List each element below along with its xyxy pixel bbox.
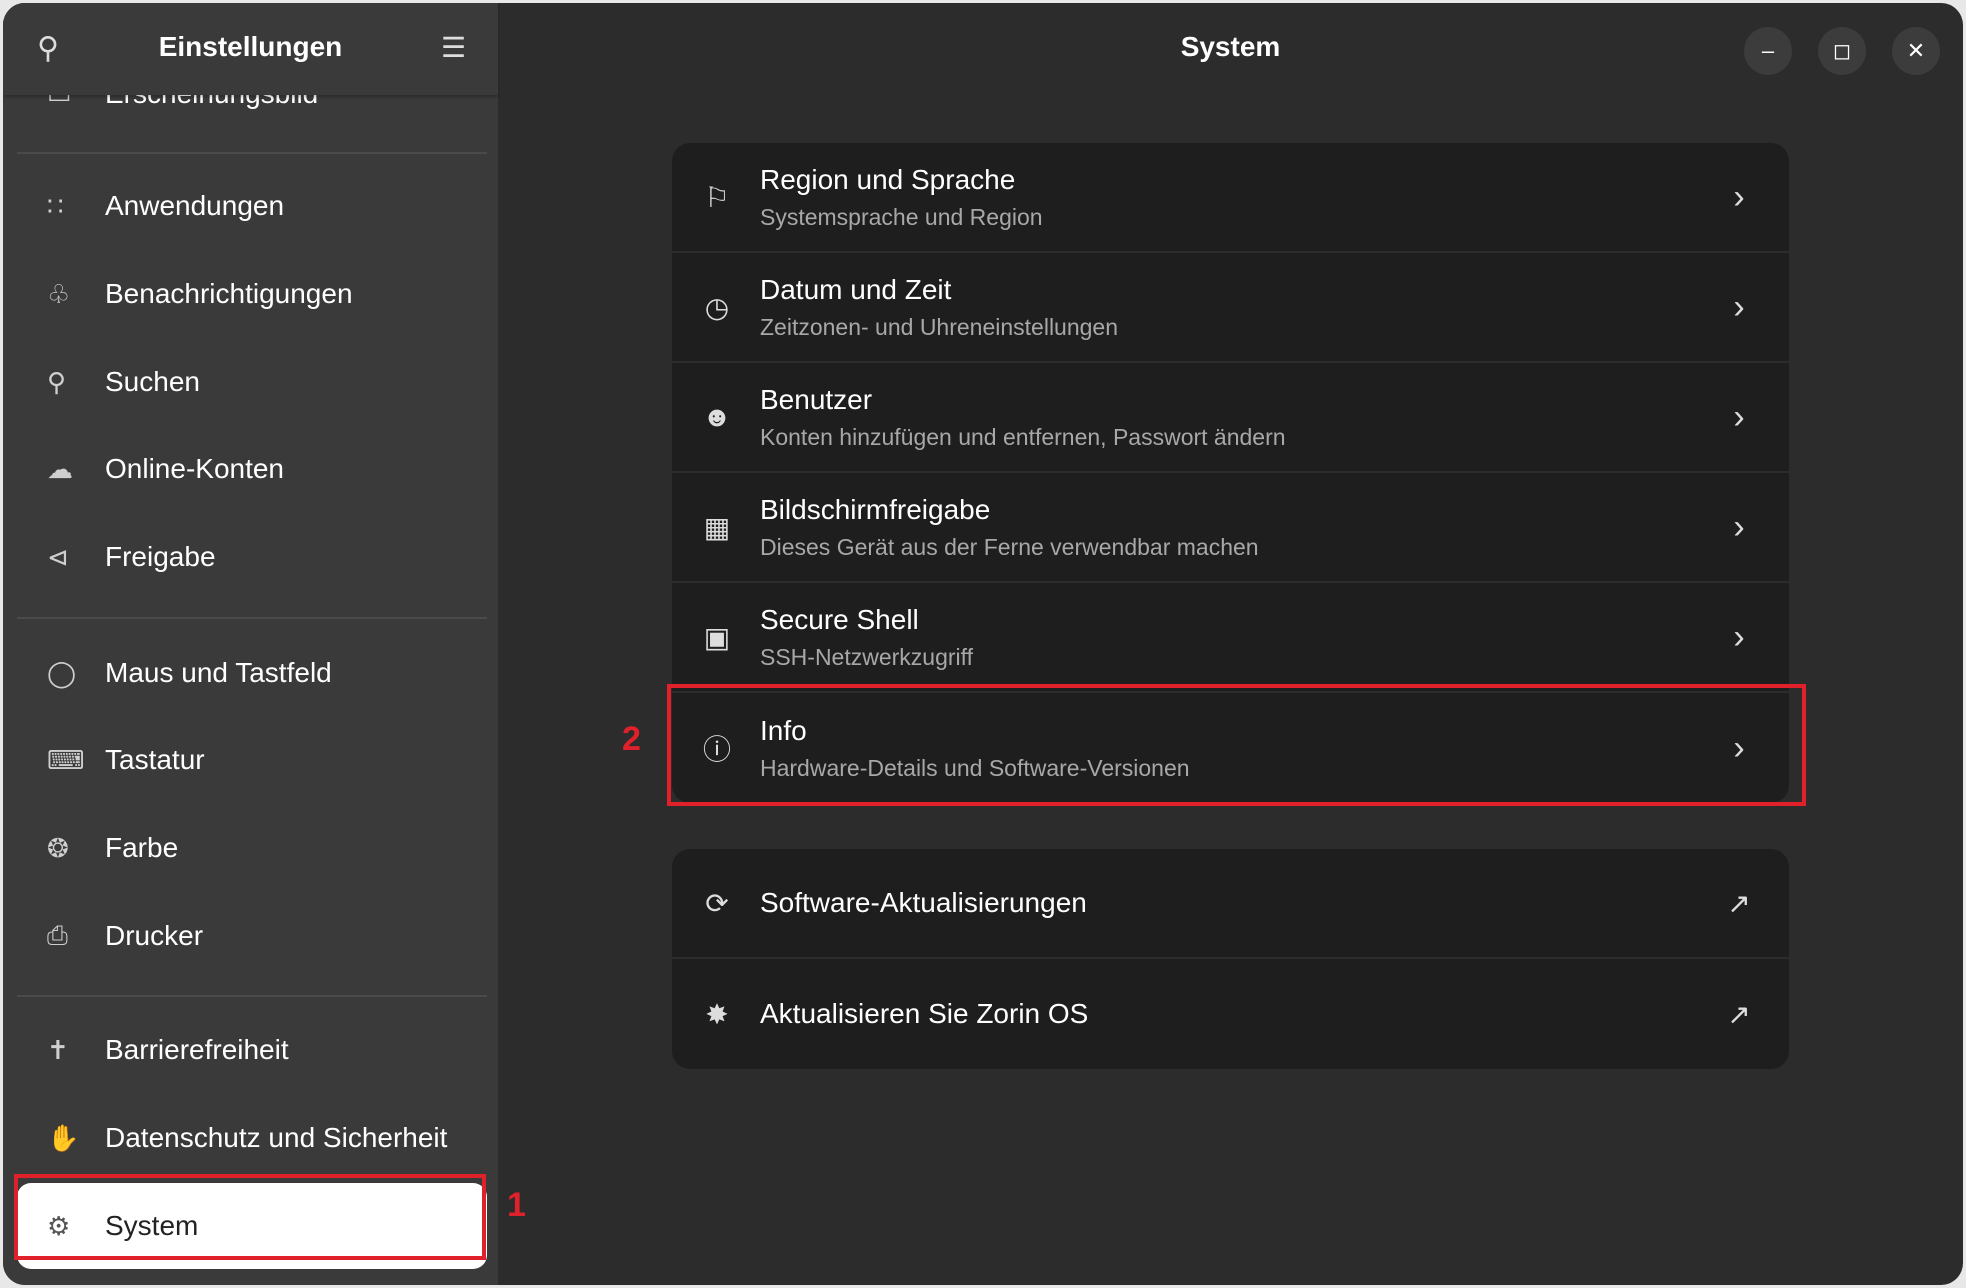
row-date-time[interactable]: ◷ Datum und Zeit Zeitzonen- und Uhreneinst… <box>672 253 1789 363</box>
row-upgrade-zorin[interactable]: ✸ Aktualisieren Sie Zorin OS ↗ <box>672 959 1789 1069</box>
cloud-icon: ☁ <box>47 453 73 484</box>
chevron-right-icon: › <box>1733 617 1745 656</box>
divider <box>17 995 487 997</box>
row-screen-sharing[interactable]: ▦ Bildschirmfreigabe Dieses Gerät aus der … <box>672 473 1789 583</box>
sidebar-item-sharing[interactable]: ⊲ Freigabe <box>17 518 487 596</box>
divider <box>17 617 487 619</box>
row-secure-shell[interactable]: ▣ Secure Shell SSH-Netzwerkzugriff › <box>672 583 1789 693</box>
terminal-icon: ▣ <box>703 621 731 653</box>
keyboard-icon: ⌨ <box>47 744 85 775</box>
sidebar-item-accessibility[interactable]: ✝ Barrierefreiheit <box>17 1011 487 1089</box>
grid-icon: ∷ <box>47 190 64 221</box>
printer-icon: ⎙ <box>47 920 68 950</box>
updates-list: ⟳ Software-Aktualisierungen ↗ ✸ Aktualisier… <box>672 849 1789 1069</box>
search-icon: ⚲ <box>47 366 67 397</box>
upgrade-icon: ✸ <box>705 998 729 1030</box>
annotation-box-2 <box>667 684 1806 806</box>
sidebar: ⚲ Einstellungen ☰ ▭Erscheinungsbild ∷Anw… <box>3 3 498 1285</box>
row-software-updates[interactable]: ⟳ Software-Aktualisierungen ↗ <box>672 849 1789 959</box>
chevron-right-icon: › <box>1733 177 1745 216</box>
sidebar-item-privacy[interactable]: ✋ Datenschutz und Sicherheit <box>17 1099 487 1177</box>
sidebar-item-notifications[interactable]: ♧ Benachrichtigungen <box>17 255 487 333</box>
hand-icon: ✋ <box>47 1122 80 1153</box>
clock-icon: ◷ <box>704 291 730 323</box>
row-region-language[interactable]: ⚐ Region und Sprache Systemsprache und Reg… <box>672 143 1789 253</box>
sidebar-item-apps[interactable]: ∷ Anwendungen <box>17 167 487 245</box>
color-icon: ❂ <box>47 832 69 863</box>
users-icon: ☻ <box>702 401 732 432</box>
sidebar-item-online-accounts[interactable]: ☁ Online-Konten <box>17 430 487 508</box>
minimize-button[interactable]: – <box>1744 27 1792 75</box>
chevron-right-icon: › <box>1733 287 1745 326</box>
divider <box>17 152 487 154</box>
sidebar-item-printers[interactable]: ⎙ Drucker <box>17 897 487 975</box>
annotation-label-1: 1 <box>507 1186 526 1224</box>
bell-icon: ♧ <box>47 278 71 309</box>
chevron-right-icon: › <box>1733 507 1745 546</box>
external-link-icon: ↗ <box>1727 998 1751 1030</box>
flag-icon: ⚐ <box>704 181 730 213</box>
settings-window: ⚲ Einstellungen ☰ ▭Erscheinungsbild ∷Anw… <box>3 3 1963 1285</box>
sidebar-item-mouse[interactable]: ◯ Maus und Tastfeld <box>17 634 487 712</box>
sidebar-item-keyboard[interactable]: ⌨ Tastatur <box>17 721 487 799</box>
external-link-icon: ↗ <box>1727 887 1751 919</box>
annotation-box-1 <box>14 1174 486 1260</box>
row-users[interactable]: ☻ Benutzer Konten hinzufügen und entfernen… <box>672 363 1789 473</box>
annotation-label-2: 2 <box>622 720 641 758</box>
sidebar-header: ⚲ Einstellungen ☰ <box>3 3 498 95</box>
refresh-icon: ⟳ <box>705 887 729 919</box>
app-title: Einstellungen <box>158 31 343 62</box>
sidebar-item-search[interactable]: ⚲ Suchen <box>17 343 487 421</box>
share-icon: ⊲ <box>47 541 69 572</box>
accessibility-icon: ✝ <box>47 1034 69 1065</box>
screen-share-icon: ▦ <box>703 511 731 543</box>
mouse-icon: ◯ <box>47 657 77 688</box>
sidebar-item-color[interactable]: ❂ Farbe <box>17 809 487 887</box>
menu-icon[interactable]: ☰ <box>441 31 466 64</box>
chevron-right-icon: › <box>1733 397 1745 436</box>
close-button[interactable]: ✕ <box>1892 27 1940 75</box>
maximize-button[interactable]: ◻ <box>1818 27 1866 75</box>
